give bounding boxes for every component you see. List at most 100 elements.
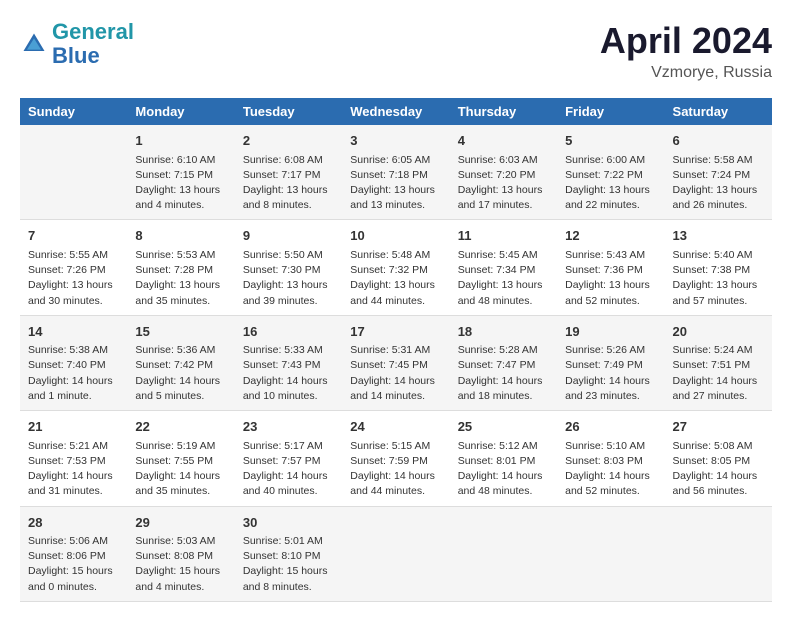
week-row: 21Sunrise: 5:21 AMSunset: 7:53 PMDayligh… (20, 411, 772, 506)
day-info: Sunrise: 5:40 AMSunset: 7:38 PMDaylight:… (673, 248, 764, 309)
title-block: April 2024 Vzmorye, Russia (600, 20, 772, 82)
day-info: Sunrise: 6:08 AMSunset: 7:17 PMDaylight:… (243, 153, 334, 214)
day-info: Sunrise: 5:43 AMSunset: 7:36 PMDaylight:… (565, 248, 656, 309)
day-number: 24 (350, 417, 441, 437)
calendar-cell (342, 506, 449, 601)
day-number: 25 (458, 417, 549, 437)
calendar-cell (557, 506, 664, 601)
day-info: Sunrise: 5:21 AMSunset: 7:53 PMDaylight:… (28, 439, 119, 500)
calendar-cell: 5Sunrise: 6:00 AMSunset: 7:22 PMDaylight… (557, 125, 664, 220)
day-number: 11 (458, 226, 549, 246)
calendar-cell: 3Sunrise: 6:05 AMSunset: 7:18 PMDaylight… (342, 125, 449, 220)
week-row: 1Sunrise: 6:10 AMSunset: 7:15 PMDaylight… (20, 125, 772, 220)
day-info: Sunrise: 5:17 AMSunset: 7:57 PMDaylight:… (243, 439, 334, 500)
day-header-monday: Monday (127, 98, 234, 125)
day-info: Sunrise: 5:10 AMSunset: 8:03 PMDaylight:… (565, 439, 656, 500)
month-year: April 2024 (600, 20, 772, 62)
day-info: Sunrise: 5:26 AMSunset: 7:49 PMDaylight:… (565, 343, 656, 404)
day-number: 27 (673, 417, 764, 437)
day-number: 29 (135, 513, 226, 533)
day-number: 5 (565, 131, 656, 151)
day-info: Sunrise: 5:58 AMSunset: 7:24 PMDaylight:… (673, 153, 764, 214)
day-info: Sunrise: 5:28 AMSunset: 7:47 PMDaylight:… (458, 343, 549, 404)
calendar-cell: 19Sunrise: 5:26 AMSunset: 7:49 PMDayligh… (557, 315, 664, 410)
calendar-cell: 2Sunrise: 6:08 AMSunset: 7:17 PMDaylight… (235, 125, 342, 220)
day-number: 17 (350, 322, 441, 342)
day-number: 16 (243, 322, 334, 342)
week-row: 14Sunrise: 5:38 AMSunset: 7:40 PMDayligh… (20, 315, 772, 410)
calendar-table: SundayMondayTuesdayWednesdayThursdayFrid… (20, 98, 772, 602)
day-header-thursday: Thursday (450, 98, 557, 125)
calendar-cell: 9Sunrise: 5:50 AMSunset: 7:30 PMDaylight… (235, 220, 342, 315)
calendar-cell: 4Sunrise: 6:03 AMSunset: 7:20 PMDaylight… (450, 125, 557, 220)
location: Vzmorye, Russia (600, 64, 772, 82)
calendar-cell: 24Sunrise: 5:15 AMSunset: 7:59 PMDayligh… (342, 411, 449, 506)
day-info: Sunrise: 6:03 AMSunset: 7:20 PMDaylight:… (458, 153, 549, 214)
day-header-friday: Friday (557, 98, 664, 125)
calendar-cell (20, 125, 127, 220)
day-header-tuesday: Tuesday (235, 98, 342, 125)
day-number: 4 (458, 131, 549, 151)
day-number: 18 (458, 322, 549, 342)
day-info: Sunrise: 5:45 AMSunset: 7:34 PMDaylight:… (458, 248, 549, 309)
calendar-cell (665, 506, 772, 601)
calendar-cell: 12Sunrise: 5:43 AMSunset: 7:36 PMDayligh… (557, 220, 664, 315)
day-info: Sunrise: 6:05 AMSunset: 7:18 PMDaylight:… (350, 153, 441, 214)
day-number: 10 (350, 226, 441, 246)
day-number: 13 (673, 226, 764, 246)
day-info: Sunrise: 5:50 AMSunset: 7:30 PMDaylight:… (243, 248, 334, 309)
day-number: 1 (135, 131, 226, 151)
logo-icon (20, 30, 48, 58)
calendar-cell: 23Sunrise: 5:17 AMSunset: 7:57 PMDayligh… (235, 411, 342, 506)
calendar-cell: 15Sunrise: 5:36 AMSunset: 7:42 PMDayligh… (127, 315, 234, 410)
day-info: Sunrise: 5:33 AMSunset: 7:43 PMDaylight:… (243, 343, 334, 404)
day-info: Sunrise: 5:55 AMSunset: 7:26 PMDaylight:… (28, 248, 119, 309)
day-number: 9 (243, 226, 334, 246)
day-number: 3 (350, 131, 441, 151)
day-number: 19 (565, 322, 656, 342)
calendar-cell: 28Sunrise: 5:06 AMSunset: 8:06 PMDayligh… (20, 506, 127, 601)
calendar-cell: 8Sunrise: 5:53 AMSunset: 7:28 PMDaylight… (127, 220, 234, 315)
day-number: 30 (243, 513, 334, 533)
calendar-cell: 16Sunrise: 5:33 AMSunset: 7:43 PMDayligh… (235, 315, 342, 410)
calendar-cell: 11Sunrise: 5:45 AMSunset: 7:34 PMDayligh… (450, 220, 557, 315)
day-info: Sunrise: 5:08 AMSunset: 8:05 PMDaylight:… (673, 439, 764, 500)
calendar-cell: 18Sunrise: 5:28 AMSunset: 7:47 PMDayligh… (450, 315, 557, 410)
day-number: 7 (28, 226, 119, 246)
day-info: Sunrise: 5:19 AMSunset: 7:55 PMDaylight:… (135, 439, 226, 500)
calendar-cell: 10Sunrise: 5:48 AMSunset: 7:32 PMDayligh… (342, 220, 449, 315)
day-info: Sunrise: 5:24 AMSunset: 7:51 PMDaylight:… (673, 343, 764, 404)
day-info: Sunrise: 5:31 AMSunset: 7:45 PMDaylight:… (350, 343, 441, 404)
calendar-cell: 27Sunrise: 5:08 AMSunset: 8:05 PMDayligh… (665, 411, 772, 506)
calendar-cell: 26Sunrise: 5:10 AMSunset: 8:03 PMDayligh… (557, 411, 664, 506)
day-number: 8 (135, 226, 226, 246)
calendar-cell: 29Sunrise: 5:03 AMSunset: 8:08 PMDayligh… (127, 506, 234, 601)
calendar-cell (450, 506, 557, 601)
calendar-cell: 13Sunrise: 5:40 AMSunset: 7:38 PMDayligh… (665, 220, 772, 315)
day-header-wednesday: Wednesday (342, 98, 449, 125)
week-row: 28Sunrise: 5:06 AMSunset: 8:06 PMDayligh… (20, 506, 772, 601)
day-number: 23 (243, 417, 334, 437)
day-info: Sunrise: 5:03 AMSunset: 8:08 PMDaylight:… (135, 534, 226, 595)
day-number: 20 (673, 322, 764, 342)
calendar-cell: 17Sunrise: 5:31 AMSunset: 7:45 PMDayligh… (342, 315, 449, 410)
day-number: 21 (28, 417, 119, 437)
calendar-cell: 30Sunrise: 5:01 AMSunset: 8:10 PMDayligh… (235, 506, 342, 601)
day-header-saturday: Saturday (665, 98, 772, 125)
day-header-sunday: Sunday (20, 98, 127, 125)
day-number: 15 (135, 322, 226, 342)
calendar-cell: 20Sunrise: 5:24 AMSunset: 7:51 PMDayligh… (665, 315, 772, 410)
week-row: 7Sunrise: 5:55 AMSunset: 7:26 PMDaylight… (20, 220, 772, 315)
day-number: 14 (28, 322, 119, 342)
calendar-cell: 21Sunrise: 5:21 AMSunset: 7:53 PMDayligh… (20, 411, 127, 506)
page-header: GeneralBlue April 2024 Vzmorye, Russia (20, 20, 772, 82)
day-number: 26 (565, 417, 656, 437)
day-info: Sunrise: 5:06 AMSunset: 8:06 PMDaylight:… (28, 534, 119, 595)
day-info: Sunrise: 5:12 AMSunset: 8:01 PMDaylight:… (458, 439, 549, 500)
day-info: Sunrise: 5:48 AMSunset: 7:32 PMDaylight:… (350, 248, 441, 309)
logo: GeneralBlue (20, 20, 134, 68)
day-info: Sunrise: 5:36 AMSunset: 7:42 PMDaylight:… (135, 343, 226, 404)
day-info: Sunrise: 6:00 AMSunset: 7:22 PMDaylight:… (565, 153, 656, 214)
logo-text: GeneralBlue (52, 20, 134, 68)
day-info: Sunrise: 5:38 AMSunset: 7:40 PMDaylight:… (28, 343, 119, 404)
